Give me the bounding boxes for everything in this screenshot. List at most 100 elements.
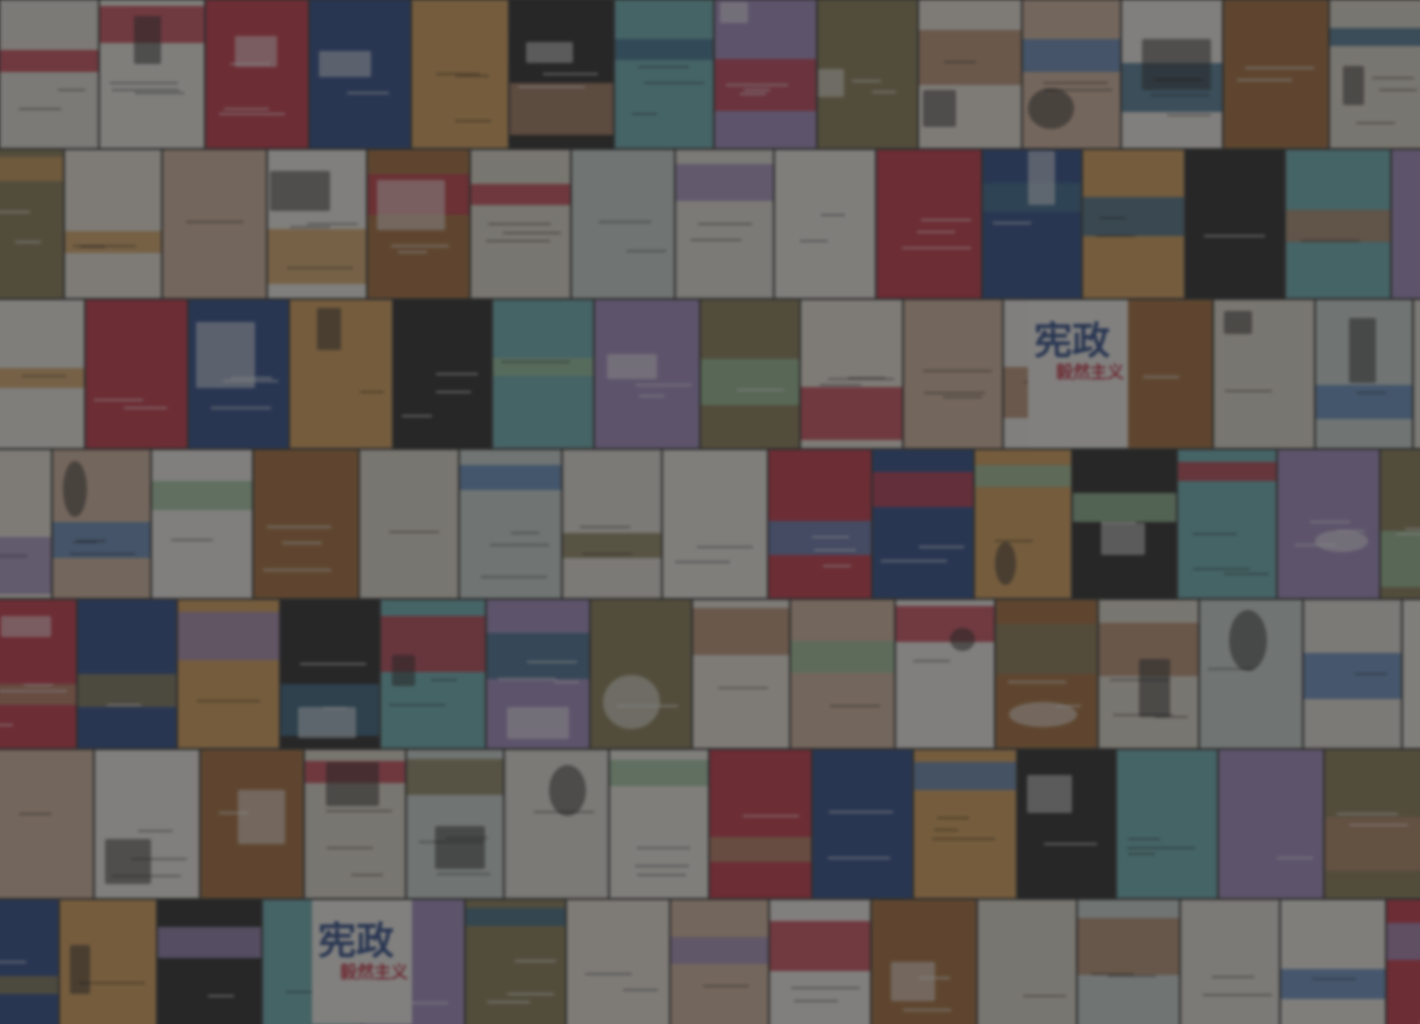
book-cover (368, 150, 469, 298)
book-cover (1023, 0, 1120, 148)
book-cover (189, 300, 288, 448)
cover-subtitle: 毅然主义 (1056, 363, 1124, 382)
book-cover (1186, 150, 1284, 298)
book-cover (572, 150, 674, 298)
book-cover (0, 0, 98, 148)
book-cover (78, 600, 176, 748)
book-cover (0, 300, 84, 448)
book-cover (1286, 150, 1390, 298)
book-cover (996, 600, 1097, 748)
book-cover (1325, 750, 1420, 898)
book-cover (0, 750, 93, 898)
book-cover (407, 750, 503, 898)
book-cover (466, 900, 565, 1024)
book-cover (100, 0, 204, 148)
book-cover (510, 0, 613, 148)
book-cover (813, 750, 912, 898)
book-cover (769, 450, 871, 598)
book-cover (710, 750, 811, 898)
book-cover (0, 900, 58, 1024)
book-cover (1214, 300, 1314, 448)
book-cover (1181, 900, 1279, 1024)
book-cover (1200, 600, 1302, 748)
book-cover (0, 150, 63, 298)
book-cover (975, 450, 1071, 598)
book-cover-xianzheng: 宪政 毅然主义 (312, 900, 412, 1024)
book-cover (610, 750, 708, 898)
book-cover (770, 900, 870, 1024)
book-cover (381, 600, 485, 748)
book-cover (1018, 750, 1115, 898)
book-cover (595, 300, 699, 448)
book-cover (487, 600, 589, 748)
book-cover (412, 0, 508, 148)
book-cover (567, 900, 669, 1024)
book-cover (919, 0, 1021, 148)
book-cover (65, 150, 161, 298)
book-cover (818, 0, 917, 148)
cover-title: 宪政 (318, 921, 395, 963)
book-cover (615, 0, 713, 148)
book-cover (978, 900, 1076, 1024)
book-cover (877, 150, 981, 298)
book-cover (1281, 900, 1385, 1024)
book-cover (360, 450, 458, 598)
book-cover (904, 300, 1002, 448)
book-cover (86, 300, 187, 448)
book-cover (663, 450, 767, 598)
book-cover (873, 450, 973, 598)
book-cover (290, 300, 392, 448)
book-cover (693, 600, 789, 748)
book-cover (1122, 0, 1222, 148)
book-cover (1073, 450, 1176, 598)
book-cover (1387, 900, 1420, 1024)
book-cover (268, 150, 366, 298)
book-cover (715, 0, 816, 148)
book-cover (701, 300, 799, 448)
book-cover (1304, 600, 1401, 748)
cover-title: 宪政 (1034, 321, 1111, 363)
book-cover (310, 0, 410, 148)
book-cover (801, 300, 902, 448)
book-cover (471, 150, 570, 298)
book-cover (914, 750, 1016, 898)
cover-subtitle: 毅然主义 (340, 963, 408, 982)
book-cover (0, 600, 76, 748)
book-cover (158, 900, 261, 1024)
book-cover (163, 150, 266, 298)
book-cover (1414, 300, 1420, 448)
book-cover (983, 150, 1081, 298)
book-cover (95, 750, 199, 898)
book-cover (1224, 0, 1328, 148)
book-cover (671, 900, 768, 1024)
book-cover (591, 600, 691, 748)
book-cover (152, 450, 252, 598)
book-cover (1381, 450, 1420, 598)
book-cover (460, 450, 561, 598)
book-cover-xianzheng: 宪政 毅然主义 (1028, 300, 1128, 448)
book-cover (1316, 300, 1412, 448)
book-cover (791, 600, 894, 748)
book-cover (493, 300, 593, 448)
book-cover (206, 0, 308, 148)
book-cover (1083, 150, 1184, 298)
book-cover (0, 450, 51, 598)
book-cover (60, 900, 156, 1024)
book-cover (1117, 750, 1217, 898)
book-cover (394, 300, 491, 448)
book-cover (254, 450, 358, 598)
book-cover (305, 750, 405, 898)
book-cover (1403, 600, 1420, 748)
book-cover (1078, 900, 1179, 1024)
book-cover (178, 600, 279, 748)
book-cover (563, 450, 661, 598)
book-cover (1392, 150, 1420, 298)
book-cover-mosaic: 宪政 毅然主义 宪政 毅然主义 (0, 0, 1420, 1024)
book-cover (201, 750, 303, 898)
book-cover (1219, 750, 1323, 898)
book-cover (775, 150, 875, 298)
book-cover (53, 450, 150, 598)
book-cover (1278, 450, 1379, 598)
book-cover (1099, 600, 1198, 748)
book-cover-wall-background: 宪政 毅然主义 宪政 毅然主义 (0, 0, 1420, 1024)
